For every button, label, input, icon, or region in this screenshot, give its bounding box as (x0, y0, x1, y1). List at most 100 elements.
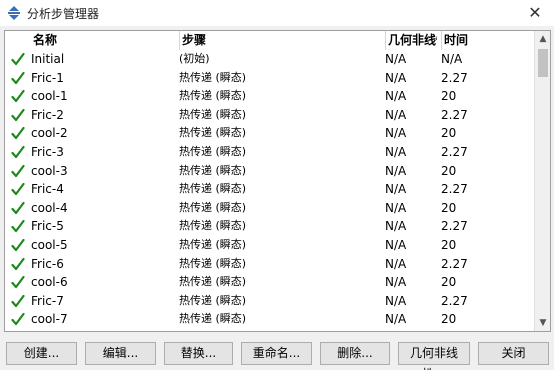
checkmark-icon[interactable] (11, 311, 25, 327)
cell-name: cool-4 (31, 200, 68, 215)
cell-step: 热传递 (瞬态) (179, 144, 247, 158)
cell-nlgeom: N/A (385, 256, 407, 271)
cell-nlgeom: N/A (385, 200, 407, 215)
replace-button[interactable]: 替换... (164, 342, 233, 365)
cell-nlgeom: N/A (385, 107, 407, 122)
cell-step: 热传递 (瞬态) (179, 70, 247, 84)
header-time[interactable]: 时间 (441, 31, 501, 50)
cell-time: 2.27 (441, 70, 468, 85)
close-icon[interactable]: ✕ (524, 2, 546, 24)
cell-time: N/A (441, 52, 463, 66)
scroll-down-icon[interactable]: ▼ (535, 315, 550, 331)
checkmark-icon[interactable] (11, 200, 25, 216)
checkmark-icon[interactable] (11, 181, 25, 197)
cell-time: 2.27 (441, 144, 468, 159)
table-row[interactable]: Fric-6 热传递 (瞬态) N/A 2.27 (5, 255, 535, 274)
table-row[interactable]: Fric-2 热传递 (瞬态) N/A 2.27 (5, 106, 535, 125)
cell-name: Fric-1 (31, 70, 64, 85)
cell-nlgeom: N/A (385, 182, 407, 197)
scroll-thumb[interactable] (538, 49, 548, 77)
cell-time: 20 (441, 200, 457, 215)
cell-nlgeom: N/A (385, 89, 407, 104)
cell-time: 20 (441, 126, 457, 141)
cell-name: cool-7 (31, 312, 68, 327)
table-row[interactable]: Fric-5 热传递 (瞬态) N/A 2.27 (5, 217, 535, 236)
cell-step: 热传递 (瞬态) (179, 256, 247, 270)
checkmark-icon[interactable] (11, 51, 25, 67)
table-row[interactable]: Fric-7 热传递 (瞬态) N/A 2.27 (5, 292, 535, 311)
cell-step: 热传递 (瞬态) (179, 163, 247, 177)
header-step[interactable]: 步骤 (179, 31, 383, 50)
table-row[interactable]: Fric-1 热传递 (瞬态) N/A 2.27 (5, 69, 535, 88)
table-row[interactable]: cool-7 热传递 (瞬态) N/A 20 (5, 310, 535, 329)
cell-name: cool-6 (31, 275, 68, 290)
cell-step: 热传递 (瞬态) (179, 237, 247, 251)
rename-button[interactable]: 重命名... (241, 342, 312, 365)
title-bar: 分析步管理器 ✕ (0, 0, 554, 26)
checkmark-icon[interactable] (11, 237, 25, 253)
cell-time: 2.27 (441, 107, 468, 122)
vertical-scrollbar[interactable]: ▲ ▼ (534, 31, 550, 331)
cell-name: Initial (31, 52, 65, 66)
cell-step: 热传递 (瞬态) (179, 219, 247, 233)
table-row[interactable]: Fric-3 热传递 (瞬态) N/A 2.27 (5, 143, 535, 162)
table-row[interactable]: cool-4 热传递 (瞬态) N/A 20 (5, 199, 535, 218)
cell-step: 热传递 (瞬态) (179, 293, 247, 307)
table-row[interactable]: cool-1 热传递 (瞬态) N/A 20 (5, 87, 535, 106)
cell-step: 热传递 (瞬态) (179, 126, 247, 140)
checkmark-icon[interactable] (11, 144, 25, 160)
cell-step: 热传递 (瞬态) (179, 200, 247, 214)
checkmark-icon[interactable] (11, 70, 25, 86)
steps-table: 名称 步骤 几何非线性 时间 Initial (初始) N/A N/A Fric-1 热传… (4, 30, 551, 332)
cell-time: 2.27 (441, 182, 468, 197)
checkmark-icon[interactable] (11, 163, 25, 179)
checkmark-icon[interactable] (11, 293, 25, 309)
cell-name: cool-5 (31, 237, 68, 252)
cell-name: Fric-3 (31, 144, 64, 159)
nlgeom-button[interactable]: 几何非线性... (398, 342, 470, 370)
cell-nlgeom: N/A (385, 275, 407, 290)
cell-name: cool-3 (31, 163, 68, 178)
cell-name: Fric-2 (31, 107, 64, 122)
create-button[interactable]: 创建... (6, 342, 77, 365)
header-name[interactable]: 名称 (31, 31, 176, 50)
cell-time: 20 (441, 237, 457, 252)
cell-name: Fric-4 (31, 182, 64, 197)
table-row[interactable]: Fric-4 热传递 (瞬态) N/A 2.27 (5, 180, 535, 199)
cell-nlgeom: N/A (385, 126, 407, 141)
cell-time: 2.27 (441, 293, 468, 308)
cell-time: 20 (441, 89, 457, 104)
table-row[interactable]: cool-3 热传递 (瞬态) N/A 20 (5, 162, 535, 181)
table-row[interactable]: Initial (初始) N/A N/A (5, 50, 535, 69)
cell-name: cool-1 (31, 89, 68, 104)
cell-nlgeom: N/A (385, 144, 407, 159)
cell-nlgeom: N/A (385, 293, 407, 308)
cell-time: 20 (441, 275, 457, 290)
table-row[interactable]: cool-6 热传递 (瞬态) N/A 20 (5, 273, 535, 292)
close-button[interactable]: 关闭 (478, 342, 549, 365)
cell-step: 热传递 (瞬态) (179, 312, 247, 326)
table-row[interactable]: cool-2 热传递 (瞬态) N/A 20 (5, 124, 535, 143)
cell-nlgeom: N/A (385, 219, 407, 234)
delete-button[interactable]: 删除... (320, 342, 390, 365)
checkmark-icon[interactable] (11, 274, 25, 290)
cell-name: Fric-5 (31, 219, 64, 234)
cell-nlgeom: N/A (385, 163, 407, 178)
scroll-up-icon[interactable]: ▲ (535, 31, 550, 47)
checkmark-icon[interactable] (11, 88, 25, 104)
checkmark-icon[interactable] (11, 107, 25, 123)
step-manager-dialog: 分析步管理器 ✕ 名称 步骤 几何非线性 时间 Initial (初始) N/A N/… (0, 0, 554, 370)
header-nlgeom[interactable]: 几何非线性 (385, 31, 437, 50)
checkmark-icon[interactable] (11, 125, 25, 141)
edit-button[interactable]: 编辑... (85, 342, 156, 365)
table-body: Initial (初始) N/A N/A Fric-1 热传递 (瞬态) N/A 2.27 co… (5, 50, 535, 329)
cell-name: cool-2 (31, 126, 68, 141)
table-row[interactable]: cool-5 热传递 (瞬态) N/A 20 (5, 236, 535, 255)
cell-nlgeom: N/A (385, 70, 407, 85)
cell-nlgeom: N/A (385, 52, 407, 66)
table-header: 名称 步骤 几何非线性 时间 (5, 31, 535, 50)
checkmark-icon[interactable] (11, 256, 25, 272)
cell-nlgeom: N/A (385, 312, 407, 327)
step-manager-icon (6, 5, 22, 21)
checkmark-icon[interactable] (11, 218, 25, 234)
